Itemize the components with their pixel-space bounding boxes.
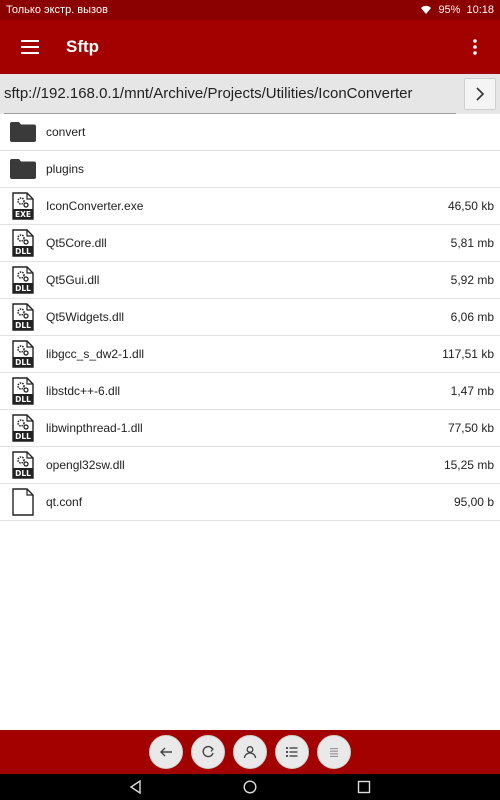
app-bar: Sftp	[0, 20, 500, 74]
file-size: 46,50 kb	[447, 199, 494, 213]
generic-file-icon	[0, 484, 46, 521]
svg-text:EXE: EXE	[15, 210, 31, 219]
more-vert-icon	[473, 39, 477, 55]
dll-file-icon: DLL	[0, 299, 46, 336]
file-size: 5,81 mb	[450, 236, 494, 250]
file-row[interactable]: DLL libgcc_s_dw2-1.dll 117,51 kb	[0, 336, 500, 373]
dll-file-icon: DLL	[0, 410, 46, 447]
file-list: convert plugins EXE IconConverter.exe 46,50 …	[0, 114, 500, 521]
file-size: 1,47 mb	[450, 384, 494, 398]
file-row[interactable]: EXE IconConverter.exe 46,50 kb	[0, 188, 500, 225]
file-name: IconConverter.exe	[46, 199, 144, 213]
refresh-button[interactable]	[191, 735, 225, 769]
file-size: 6,06 mb	[450, 310, 494, 324]
file-row[interactable]: DLL libstdc++-6.dll 1,47 mb	[0, 373, 500, 410]
wifi-icon	[421, 5, 432, 15]
app-title: Sftp	[66, 37, 100, 56]
file-row[interactable]: plugins	[0, 151, 500, 188]
file-row[interactable]: DLL libwinpthread-1.dll 77,50 kb	[0, 410, 500, 447]
file-name: opengl32sw.dll	[46, 458, 125, 472]
file-size: 117,51 kb	[442, 347, 494, 361]
go-button[interactable]	[464, 78, 496, 110]
dll-file-icon: DLL	[0, 336, 46, 373]
folder-icon	[0, 114, 46, 151]
file-name: Qt5Gui.dll	[46, 273, 100, 287]
file-name: libgcc_s_dw2-1.dll	[46, 347, 145, 361]
list-view-button[interactable]	[275, 735, 309, 769]
svg-text:DLL: DLL	[15, 395, 31, 404]
menu-button[interactable]	[0, 20, 60, 74]
file-size: 5,92 mb	[450, 273, 494, 287]
dll-file-icon: DLL	[0, 225, 46, 262]
file-size: 15,25 mb	[443, 458, 494, 472]
list-icon	[285, 746, 298, 758]
dll-file-icon: DLL	[0, 447, 46, 484]
details-button[interactable]	[317, 735, 351, 769]
refresh-icon	[202, 745, 214, 758]
user-icon	[243, 746, 257, 759]
dll-file-icon: DLL	[0, 373, 46, 410]
back-arrow-icon	[160, 747, 172, 757]
file-name: libwinpthread-1.dll	[46, 421, 143, 435]
clock: 10:18	[466, 4, 494, 16]
svg-text:DLL: DLL	[15, 321, 31, 330]
file-row[interactable]: DLL Qt5Gui.dll 5,92 mb	[0, 262, 500, 299]
account-button[interactable]	[233, 735, 267, 769]
battery-level: 95%	[438, 4, 461, 16]
file-row[interactable]: qt.conf 95,00 b	[0, 484, 500, 521]
back-button[interactable]	[149, 735, 183, 769]
file-name: convert	[46, 125, 86, 139]
file-row[interactable]: convert	[0, 114, 500, 151]
hamburger-icon	[21, 40, 39, 54]
file-name: plugins	[46, 162, 85, 176]
nav-back-icon[interactable]	[129, 780, 143, 794]
exe-file-icon: EXE	[0, 188, 46, 225]
dll-file-icon: DLL	[0, 262, 46, 299]
svg-text:DLL: DLL	[15, 358, 31, 367]
bottom-toolbar	[0, 730, 500, 774]
svg-text:DLL: DLL	[15, 469, 31, 478]
chevron-right-icon	[476, 87, 485, 101]
system-nav-bar	[0, 774, 500, 800]
file-row[interactable]: DLL opengl32sw.dll 15,25 mb	[0, 447, 500, 484]
svg-text:DLL: DLL	[15, 247, 31, 256]
carrier-text: Только экстр. вызов	[6, 4, 108, 16]
file-name: Qt5Core.dll	[46, 236, 107, 250]
overflow-menu-button[interactable]	[450, 20, 500, 74]
svg-text:DLL: DLL	[15, 432, 31, 441]
nav-recents-icon[interactable]	[357, 780, 371, 794]
nav-home-icon[interactable]	[243, 780, 257, 794]
status-bar: Только экстр. вызов 95% 10:18	[0, 0, 500, 20]
status-icons: 95% 10:18	[420, 4, 494, 16]
path-bar: sftp://192.168.0.1/mnt/Archive/Projects/…	[0, 74, 500, 114]
folder-icon	[0, 151, 46, 188]
menu-lines-icon	[330, 748, 338, 757]
file-size: 95,00 b	[453, 495, 494, 509]
file-row[interactable]: DLL Qt5Widgets.dll 6,06 mb	[0, 299, 500, 336]
file-row[interactable]: DLL Qt5Core.dll 5,81 mb	[0, 225, 500, 262]
path-input[interactable]: sftp://192.168.0.1/mnt/Archive/Projects/…	[4, 74, 456, 114]
file-name: Qt5Widgets.dll	[46, 310, 125, 324]
svg-text:DLL: DLL	[15, 284, 31, 293]
file-name: libstdc++-6.dll	[46, 384, 121, 398]
file-size: 77,50 kb	[447, 421, 494, 435]
file-name: qt.conf	[46, 495, 83, 509]
